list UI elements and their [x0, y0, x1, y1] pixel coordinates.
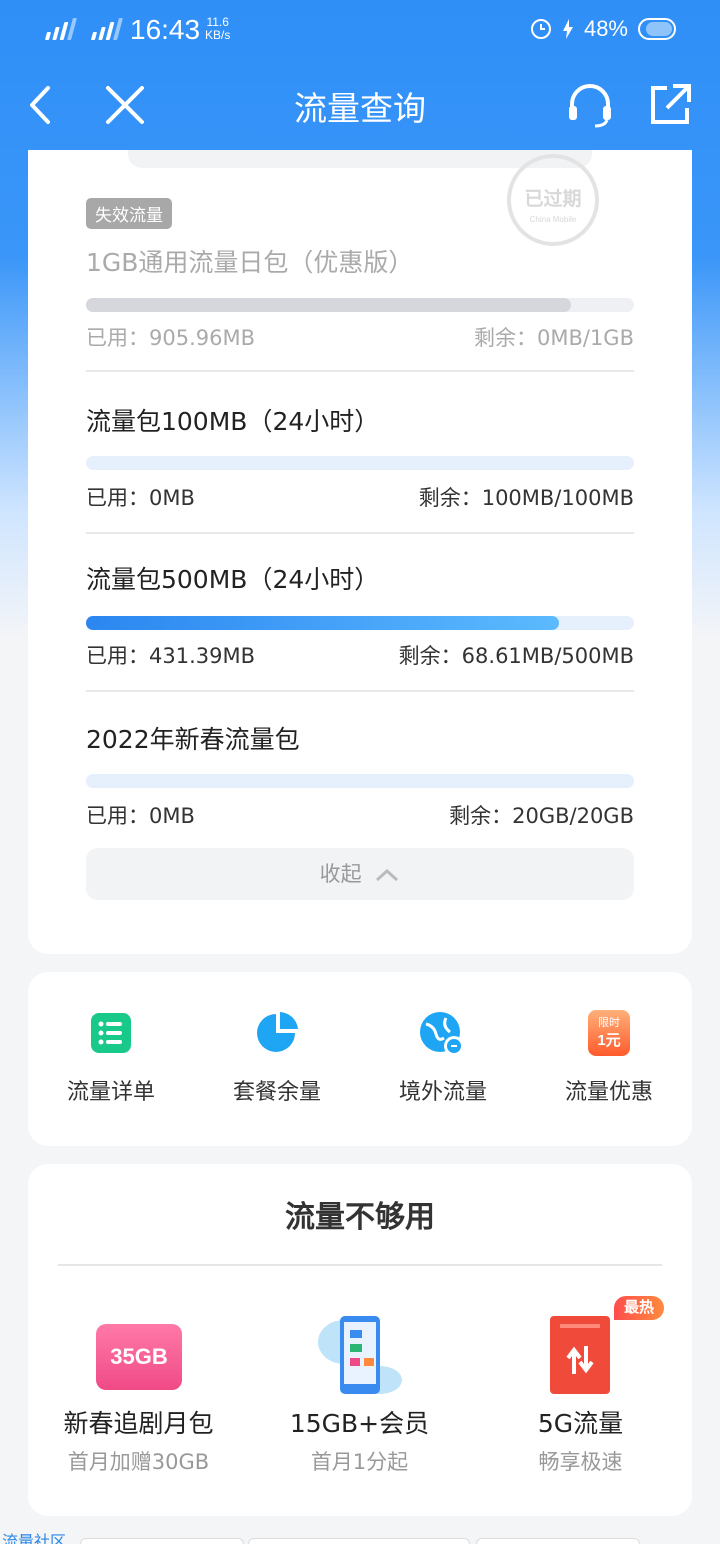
- offer-subtitle: 首月1分起: [310, 1450, 409, 1474]
- package-title: 2022年新春流量包: [86, 725, 300, 754]
- charging-icon: [562, 19, 573, 39]
- collapse-button[interactable]: 收起: [86, 848, 634, 900]
- list-icon: [91, 1013, 131, 1053]
- package-title: 流量包100MB（24小时）: [86, 407, 380, 436]
- bottom-tab[interactable]: [248, 1538, 470, 1544]
- collapse-label: 收起: [319, 862, 362, 886]
- hot-badge: 最热: [614, 1296, 665, 1320]
- usage-row: 已用：0MB 剩余：100MB/100MB: [86, 482, 634, 512]
- used-amount: 已用：0MB: [86, 804, 195, 828]
- nav-bar: 流量查询: [0, 62, 720, 152]
- globe-icon: [420, 1012, 464, 1056]
- usage-row: 已用：905.96MB 剩余：0MB/1GB: [86, 322, 634, 352]
- quick-action-label: 套餐余量: [232, 1080, 321, 1105]
- used-amount: 已用：0MB: [86, 486, 195, 510]
- used-amount: 已用：905.96MB: [86, 326, 256, 350]
- quick-action-label: 流量优惠: [564, 1080, 653, 1105]
- remaining-amount: 剩余：20GB/20GB: [449, 804, 634, 828]
- usage-bar-fill: [86, 298, 571, 312]
- data-card-icon: [550, 1316, 610, 1394]
- remaining-amount: 剩余：0MB/1GB: [473, 326, 634, 350]
- promo-title: 流量不够用: [285, 1200, 435, 1235]
- customer-service-icon[interactable]: [565, 80, 615, 130]
- status-bar: 16:43 11.6 KB/s 48%: [0, 0, 720, 62]
- share-icon[interactable]: [645, 80, 695, 130]
- offer-subtitle: 首月加赠30GB: [67, 1450, 210, 1474]
- expired-tag: 失效流量: [86, 198, 172, 229]
- divider: [58, 1264, 662, 1266]
- signal-icon: [90, 18, 123, 40]
- usage-row: 已用：0MB 剩余：20GB/20GB: [86, 800, 634, 830]
- divider: [86, 690, 634, 692]
- divider: [86, 532, 634, 534]
- package-item-expired: 失效流量 1GB通用流量日包（优惠版） 已用：905.96MB 剩余：0MB/1G…: [86, 198, 634, 350]
- sim-card-icon: 35GB: [96, 1324, 182, 1390]
- usage-bar-fill: [86, 616, 559, 630]
- phone-membership-icon: [318, 1316, 402, 1394]
- divider: [86, 370, 634, 372]
- usage-bar: [86, 774, 634, 788]
- package-title: 流量包500MB（24小时）: [86, 565, 380, 594]
- network-speed: 11.6 KB/s: [205, 15, 231, 42]
- alarm-icon: [530, 19, 551, 39]
- package-item: 2022年新春流量包 已用：0MB 剩余：20GB/20GB: [86, 720, 634, 828]
- usage-bar: [86, 616, 634, 630]
- usage-bar: [86, 298, 634, 312]
- offer-name: 15GB+会员: [289, 1409, 430, 1438]
- coupon-icon: 限时 1元: [588, 1010, 630, 1056]
- offer-name: 新春追剧月包: [63, 1409, 214, 1438]
- pie-chart-icon: [257, 1012, 298, 1052]
- quick-actions-card: 流量详单 套餐余量 境外流量 限时 1元 流量优惠: [28, 972, 692, 1146]
- quick-action-label: 流量详单: [66, 1080, 155, 1105]
- offer-subtitle: 畅享极速: [538, 1450, 623, 1474]
- chevron-up-icon: [376, 868, 399, 882]
- battery-level: 48%: [583, 16, 628, 41]
- signal-icon: [44, 18, 77, 40]
- usage-bar: [86, 456, 634, 470]
- package-list-card: 已过期 China Mobile 失效流量 1GB通用流量日包（优惠版） 已用：…: [28, 150, 692, 954]
- offer-name: 5G流量: [537, 1409, 624, 1438]
- usage-row: 已用：431.39MB 剩余：68.61MB/500MB: [86, 640, 634, 670]
- promo-card: 流量不够用 35GB 新春追剧月包 首月加赠30GB 15GB+会员 首月1分起…: [28, 1164, 692, 1516]
- clock: 16:43: [130, 14, 201, 45]
- battery-icon: [638, 18, 676, 40]
- quick-action-label: 境外流量: [398, 1080, 487, 1105]
- remaining-amount: 剩余：68.61MB/500MB: [398, 644, 634, 668]
- package-title: 1GB通用流量日包（优惠版）: [86, 248, 414, 277]
- remaining-amount: 剩余：100MB/100MB: [418, 486, 634, 510]
- bottom-tab[interactable]: [476, 1538, 640, 1544]
- package-item: 流量包100MB（24小时） 已用：0MB 剩余：100MB/100MB: [86, 402, 634, 510]
- package-item: 流量包500MB（24小时） 已用：431.39MB 剩余：68.61MB/500…: [86, 560, 634, 668]
- used-amount: 已用：431.39MB: [86, 644, 256, 668]
- bottom-tab[interactable]: [80, 1538, 244, 1544]
- community-link[interactable]: 流量社区: [2, 1528, 66, 1544]
